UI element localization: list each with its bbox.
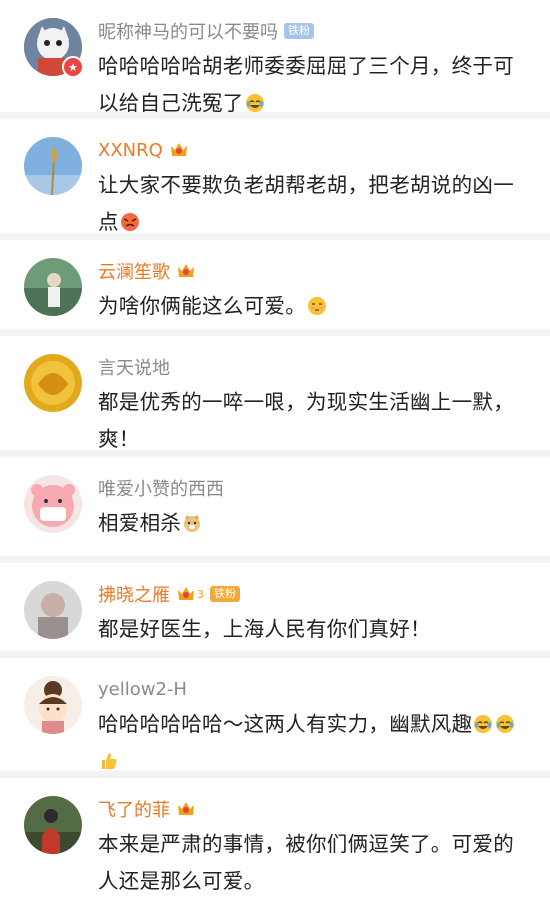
user-name[interactable]: 飞了的菲 bbox=[98, 796, 170, 822]
crown-icon bbox=[169, 141, 189, 159]
crown-icon bbox=[176, 262, 196, 280]
comment-text: 本来是严肃的事情，被你们俩逗笑了。可爱的人还是那么可爱。 bbox=[98, 832, 514, 893]
comment-item[interactable]: 云澜笙歌 为啥你俩能这么可爱。 bbox=[0, 240, 550, 329]
comment-text: 都是优秀的一啐一哏，为现实生活幽上一默，爽！ bbox=[98, 390, 514, 451]
comment-text: 都是好医生，上海人民有你们真好！ bbox=[98, 617, 431, 641]
avatar[interactable] bbox=[24, 581, 82, 639]
user-name[interactable]: XXNRQ bbox=[98, 140, 163, 161]
separator bbox=[0, 556, 550, 563]
crown-icon bbox=[176, 585, 196, 603]
comment-text: 让大家不要欺负老胡帮老胡，把老胡说的凶一点 bbox=[98, 173, 514, 234]
comment-item[interactable]: 飞了的菲 本来是严肃的事情，被你们俩逗笑了。可爱的人还是那么可爱。 bbox=[0, 778, 550, 893]
avatar[interactable]: ★ bbox=[24, 18, 84, 78]
laugh-cry-emoji bbox=[245, 93, 265, 113]
comment-item[interactable]: 言天说地 都是优秀的一啐一哏，为现实生活幽上一默，爽！ bbox=[0, 336, 550, 451]
user-name[interactable]: 言天说地 bbox=[98, 354, 170, 380]
avatar[interactable] bbox=[24, 676, 82, 734]
comment-text: 相爱相杀 bbox=[98, 511, 182, 535]
crown-level: 3 bbox=[197, 587, 204, 601]
comment-text: 哈哈哈哈哈哈～这两人有实力，幽默风趣 bbox=[98, 712, 473, 736]
user-name[interactable]: 昵称神马的可以不要吗 bbox=[98, 18, 278, 44]
user-name[interactable]: 拂晓之雁 bbox=[98, 581, 170, 607]
user-name[interactable]: 唯爱小赞的西西 bbox=[98, 475, 224, 501]
avatar[interactable] bbox=[24, 258, 82, 316]
comment-text: 哈哈哈哈哈胡老师委委屈屈了三个月，终于可以给自己洗冤了 bbox=[98, 54, 514, 115]
fan-badge: 铁粉 bbox=[284, 23, 314, 39]
fan-badge: 铁粉 bbox=[210, 586, 240, 602]
avatar[interactable] bbox=[24, 354, 82, 412]
avatar[interactable] bbox=[24, 475, 82, 533]
comment-item[interactable]: 唯爱小赞的西西 相爱相杀 bbox=[0, 457, 550, 556]
laugh-cry-emoji bbox=[495, 714, 515, 734]
avatar[interactable] bbox=[24, 137, 82, 195]
comment-item[interactable]: yellow2-H 哈哈哈哈哈哈～这两人有实力，幽默风趣 bbox=[0, 658, 550, 771]
avatar[interactable] bbox=[24, 796, 82, 854]
crown-icon bbox=[176, 800, 196, 818]
comment-item[interactable]: ★ 昵称神马的可以不要吗 铁粉 哈哈哈哈哈胡老师委委屈屈了三个月，终于可以给自己… bbox=[0, 0, 550, 115]
angry-emoji bbox=[120, 212, 140, 232]
comment-list: ★ 昵称神马的可以不要吗 铁粉 哈哈哈哈哈胡老师委委屈屈了三个月，终于可以给自己… bbox=[0, 0, 550, 893]
user-name[interactable]: yellow2-H bbox=[98, 679, 187, 700]
verified-icon: ★ bbox=[62, 56, 84, 78]
thumbs-up-emoji bbox=[99, 751, 119, 771]
laugh-cry-emoji bbox=[473, 714, 493, 734]
user-name[interactable]: 云澜笙歌 bbox=[98, 258, 170, 284]
comment-text: 为啥你俩能这么可爱。 bbox=[98, 294, 306, 318]
comment-item[interactable]: XXNRQ 让大家不要欺负老胡帮老胡，把老胡说的凶一点 bbox=[0, 119, 550, 234]
comment-item[interactable]: 拂晓之雁 3 铁粉 都是好医生，上海人民有你们真好！ bbox=[0, 563, 550, 651]
shy-emoji bbox=[307, 296, 327, 316]
doge-emoji bbox=[182, 513, 202, 533]
